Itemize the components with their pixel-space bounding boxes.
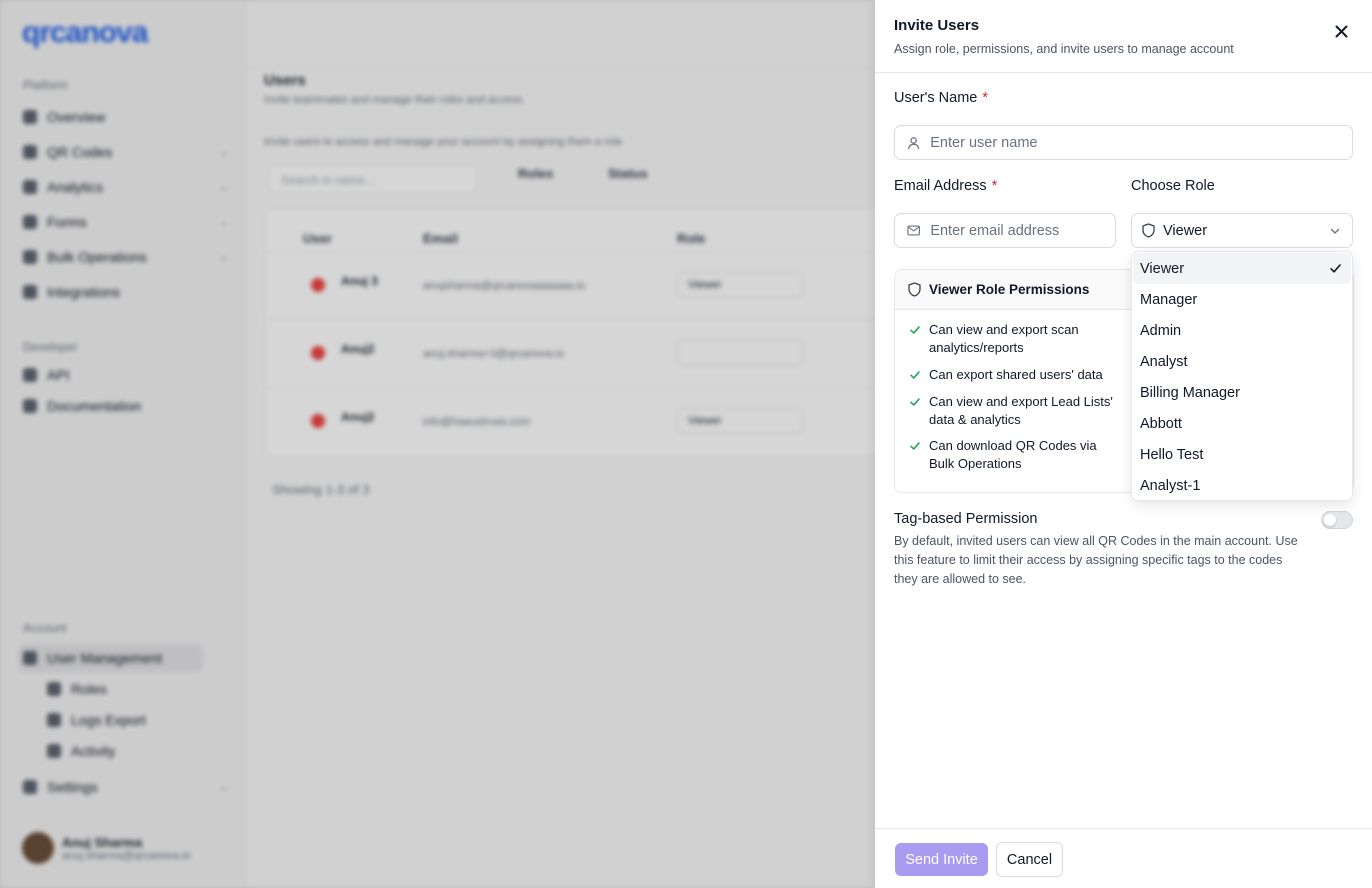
user-name-label: User's Name * bbox=[894, 90, 988, 106]
drawer-footer: Send Invite Cancel bbox=[875, 828, 1372, 888]
required-mark: * bbox=[991, 178, 998, 194]
mail-icon bbox=[907, 225, 921, 236]
check-icon bbox=[910, 398, 920, 406]
role-option-billing-manager[interactable]: Billing Manager bbox=[1133, 377, 1351, 408]
close-icon bbox=[1335, 25, 1347, 37]
send-invite-button[interactable]: Send Invite bbox=[895, 843, 988, 876]
user-icon bbox=[908, 136, 920, 149]
role-select[interactable]: Viewer bbox=[1131, 213, 1353, 248]
permissions-title: Viewer Role Permissions bbox=[929, 282, 1090, 297]
check-icon bbox=[910, 442, 920, 450]
tag-permission-description: By default, invited users can view all Q… bbox=[894, 534, 1298, 586]
tag-permission-title: Tag-based Permission bbox=[894, 511, 1038, 527]
role-option-manager[interactable]: Manager bbox=[1133, 284, 1351, 315]
required-mark: * bbox=[982, 90, 988, 106]
tag-permission-toggle[interactable] bbox=[1321, 511, 1353, 529]
email-label: Email Address * bbox=[894, 178, 998, 194]
permission-item: Can export shared users' data bbox=[908, 366, 1118, 384]
invite-users-drawer: Invite Users Assign role, permissions, a… bbox=[875, 0, 1372, 888]
permission-item: Can view and export scan analytics/repor… bbox=[908, 321, 1118, 356]
check-icon bbox=[910, 326, 920, 334]
role-option-viewer[interactable]: Viewer bbox=[1133, 253, 1351, 284]
close-button[interactable] bbox=[1331, 21, 1351, 41]
role-option-hello-test[interactable]: Hello Test bbox=[1133, 439, 1351, 470]
email-input[interactable] bbox=[930, 222, 1115, 239]
shield-icon bbox=[908, 282, 921, 297]
chevron-down-icon bbox=[1330, 228, 1340, 234]
role-dropdown-menu: Viewer Manager Admin Analyst Billing Man… bbox=[1131, 251, 1353, 501]
role-option-analyst[interactable]: Analyst bbox=[1133, 346, 1351, 377]
drawer-subtitle: Assign role, permissions, and invite use… bbox=[894, 42, 1234, 56]
check-icon bbox=[910, 371, 920, 379]
choose-role-label: Choose Role bbox=[1131, 178, 1215, 194]
permission-item: Can download QR Codes via Bulk Operation… bbox=[908, 437, 1118, 472]
shield-icon bbox=[1142, 223, 1155, 238]
role-select-value: Viewer bbox=[1163, 222, 1208, 239]
toggle-knob bbox=[1324, 514, 1336, 526]
check-icon bbox=[1330, 264, 1341, 273]
drawer-title: Invite Users bbox=[894, 17, 980, 34]
drawer-header: Invite Users Assign role, permissions, a… bbox=[875, 0, 1372, 73]
permission-item: Can view and export Lead Lists' data & a… bbox=[908, 393, 1118, 428]
role-option-abbott[interactable]: Abbott bbox=[1133, 408, 1351, 439]
email-field[interactable] bbox=[894, 213, 1116, 248]
role-option-analyst-1[interactable]: Analyst-1 bbox=[1133, 470, 1351, 501]
user-name-input[interactable] bbox=[930, 134, 1352, 151]
role-option-admin[interactable]: Admin bbox=[1133, 315, 1351, 346]
cancel-button[interactable]: Cancel bbox=[996, 842, 1063, 877]
user-name-field[interactable] bbox=[894, 125, 1353, 160]
